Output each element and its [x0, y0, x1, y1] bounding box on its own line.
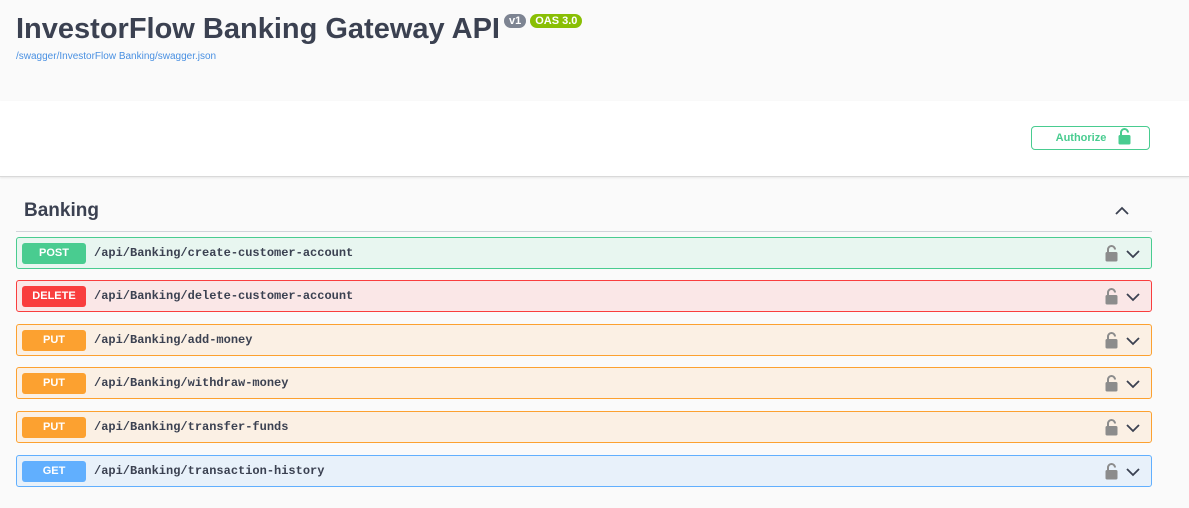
title-row: InvestorFlow Banking Gateway API v1 OAS … — [16, 10, 583, 48]
authorize-label: Authorize — [1055, 132, 1107, 144]
method-badge: PUT — [22, 372, 86, 394]
api-info-header: InvestorFlow Banking Gateway API v1 OAS … — [0, 0, 1189, 101]
api-title: InvestorFlow Banking Gateway API — [16, 13, 500, 45]
operation-path: /api/Banking/create-customer-account — [94, 246, 354, 260]
unlock-icon — [1118, 128, 1131, 148]
operation-path: /api/Banking/transfer-funds — [94, 420, 289, 434]
oas-version-badge: OAS 3.0 — [530, 14, 583, 28]
operation-get-transaction-history[interactable]: GET /api/Banking/transaction-history — [16, 455, 1152, 487]
unlock-icon[interactable] — [1105, 245, 1118, 262]
method-badge: PUT — [22, 329, 86, 351]
operation-put-withdraw-money[interactable]: PUT /api/Banking/withdraw-money — [16, 367, 1152, 399]
chevron-down-icon[interactable] — [1126, 334, 1140, 348]
operation-path: /api/Banking/withdraw-money — [94, 376, 289, 390]
operation-post-create-customer-account[interactable]: POST /api/Banking/create-customer-accoun… — [16, 237, 1152, 269]
tag-header[interactable]: Banking — [16, 188, 1152, 232]
chevron-down-icon[interactable] — [1126, 465, 1140, 479]
version-badge: v1 — [503, 14, 527, 28]
chevron-down-icon[interactable] — [1126, 377, 1140, 391]
operation-delete-customer-account[interactable]: DELETE /api/Banking/delete-customer-acco… — [16, 280, 1152, 312]
chevron-down-icon[interactable] — [1126, 247, 1140, 261]
unlock-icon[interactable] — [1105, 375, 1118, 392]
operation-path: /api/Banking/add-money — [94, 333, 253, 347]
operation-path: /api/Banking/transaction-history — [94, 464, 325, 478]
banking-tag-section: Banking POST /api/Banking/create-custome… — [16, 188, 1152, 487]
method-badge: PUT — [22, 416, 86, 438]
tag-title: Banking — [24, 200, 99, 221]
unlock-icon[interactable] — [1105, 332, 1118, 349]
method-badge: DELETE — [22, 285, 86, 307]
chevron-down-icon[interactable] — [1126, 421, 1140, 435]
method-badge: POST — [22, 242, 86, 264]
unlock-icon[interactable] — [1105, 463, 1118, 480]
operation-put-add-money[interactable]: PUT /api/Banking/add-money — [16, 324, 1152, 356]
operation-path: /api/Banking/delete-customer-account — [94, 289, 354, 303]
scheme-container: Authorize — [0, 101, 1189, 177]
swagger-json-link[interactable]: /swagger/InvestorFlow Banking/swagger.js… — [16, 51, 216, 62]
unlock-icon[interactable] — [1105, 419, 1118, 436]
operation-put-transfer-funds[interactable]: PUT /api/Banking/transfer-funds — [16, 411, 1152, 443]
authorize-button[interactable]: Authorize — [1031, 126, 1150, 150]
chevron-up-icon[interactable] — [1114, 203, 1130, 219]
chevron-down-icon[interactable] — [1126, 290, 1140, 304]
method-badge: GET — [22, 460, 86, 482]
unlock-icon[interactable] — [1105, 288, 1118, 305]
